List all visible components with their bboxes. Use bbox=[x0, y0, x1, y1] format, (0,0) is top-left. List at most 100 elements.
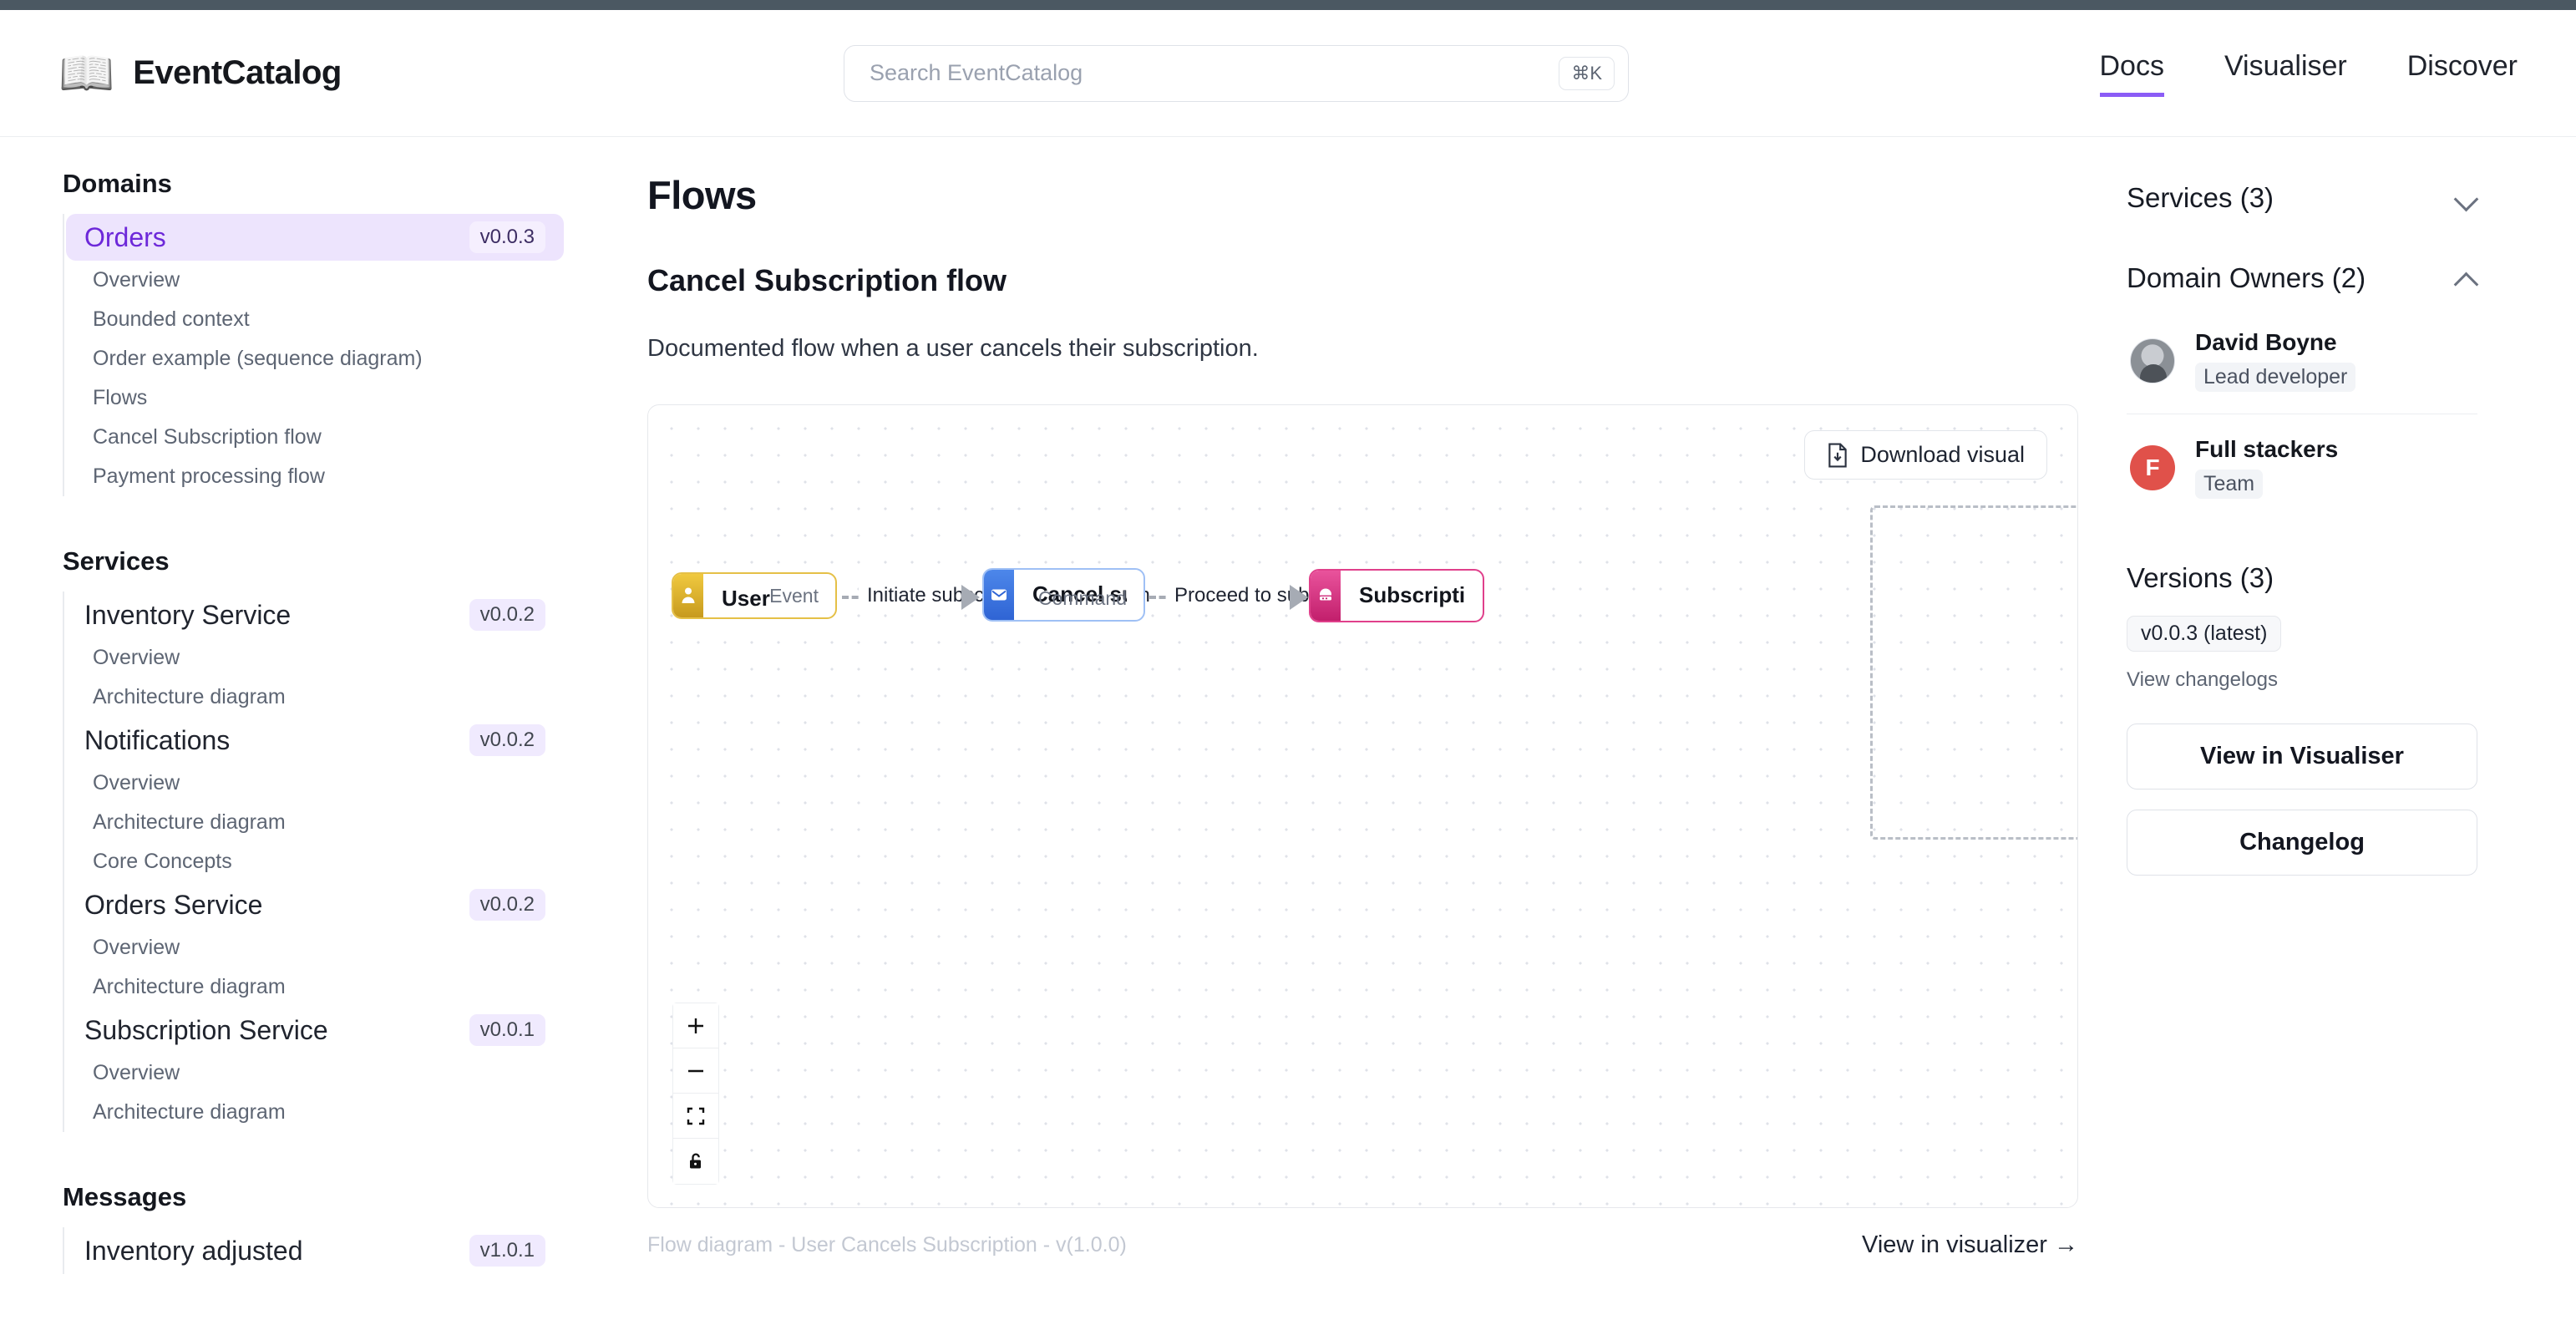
search-shortcut-badge: ⌘K bbox=[1559, 57, 1615, 90]
nav-item-discover[interactable]: Discover bbox=[2407, 50, 2518, 97]
zoom-out-button[interactable] bbox=[673, 1048, 718, 1094]
sidebar-heading-domains: Domains bbox=[63, 169, 564, 199]
brand-name: EventCatalog bbox=[133, 54, 342, 92]
sidebar-subitem-overview[interactable]: Overview bbox=[64, 928, 564, 967]
current-version-chip[interactable]: v0.0.3 (latest) bbox=[2127, 616, 2281, 652]
canvas-zoom-controls bbox=[673, 1003, 718, 1184]
flow-node-cancel-subscription[interactable]: Cancel subscription v0.0.1 Command bbox=[982, 568, 1145, 622]
fit-view-icon bbox=[686, 1106, 706, 1126]
server-icon bbox=[1311, 571, 1341, 621]
sidebar-subitem-overview[interactable]: Overview bbox=[64, 764, 564, 803]
changelog-button[interactable]: Changelog bbox=[2127, 810, 2477, 876]
flow-node-name: Subscription Ser bbox=[1359, 582, 1466, 608]
sidebar-subitem-core-concepts[interactable]: Core Concepts bbox=[64, 842, 564, 881]
avatar bbox=[2130, 338, 2175, 383]
person-icon bbox=[673, 574, 703, 617]
canvas-footer: Flow diagram - User Cancels Subscription… bbox=[647, 1231, 2078, 1259]
chevron-down-icon bbox=[2456, 187, 2477, 209]
document-download-icon bbox=[1827, 443, 1848, 468]
owner-name: Full stackers bbox=[2195, 436, 2338, 462]
flow-group-box bbox=[1870, 505, 2078, 840]
versions-panel-title: Versions (3) bbox=[2127, 562, 2477, 594]
sidebar-subitem-payment-processing-flow[interactable]: Payment processing flow bbox=[64, 457, 564, 496]
version-badge: v1.0.1 bbox=[469, 1235, 545, 1267]
sidebar-subitem-flows[interactable]: Flows bbox=[64, 378, 564, 418]
flow-description: Documented flow when a user cancels thei… bbox=[647, 335, 2078, 363]
view-changelogs-link[interactable]: View changelogs bbox=[2127, 668, 2477, 692]
view-in-visualiser-button[interactable]: View in Visualiser bbox=[2127, 723, 2477, 789]
search-input[interactable] bbox=[870, 60, 1559, 86]
top-accent-bar bbox=[0, 0, 2576, 10]
sidebar-group-inventory-adjusted: Inventory adjusted v1.0.1 bbox=[63, 1227, 564, 1274]
unlock-icon bbox=[686, 1151, 706, 1171]
sidebar-subitem-order-example[interactable]: Order example (sequence diagram) bbox=[64, 339, 564, 378]
sidebar-group-orders-service: Orders Service v0.0.2 Overview Architect… bbox=[63, 881, 564, 1007]
primary-nav: Docs Visualiser Discover bbox=[2100, 50, 2518, 97]
nav-item-docs[interactable]: Docs bbox=[2100, 50, 2164, 97]
sidebar-item-orders[interactable]: Orders v0.0.3 bbox=[66, 214, 564, 261]
sidebar-item-label: Orders Service bbox=[84, 890, 262, 921]
nav-item-visualiser[interactable]: Visualiser bbox=[2224, 50, 2347, 97]
flow-node-subscription-service[interactable]: Subscription Ser v0.0.1 bbox=[1309, 569, 1484, 622]
sidebar-item-notifications[interactable]: Notifications v0.0.2 bbox=[66, 717, 564, 764]
toggle-interactivity-button[interactable] bbox=[673, 1139, 718, 1184]
minus-icon bbox=[686, 1061, 706, 1081]
chevron-up-icon bbox=[2456, 267, 2477, 289]
sidebar-group-notifications: Notifications v0.0.2 Overview Architectu… bbox=[63, 717, 564, 881]
sidebar-item-label: Inventory Service bbox=[84, 600, 291, 631]
right-sidebar: Services (3) Domain Owners (2) David Boy… bbox=[2127, 137, 2528, 1320]
sidebar-subitem-architecture-diagram[interactable]: Architecture diagram bbox=[64, 803, 564, 842]
search-box[interactable]: ⌘K bbox=[844, 45, 1629, 102]
view-in-visualizer-link[interactable]: View in visualizer → bbox=[1862, 1231, 2078, 1259]
zoom-in-button[interactable] bbox=[673, 1003, 718, 1048]
version-badge: v0.0.2 bbox=[469, 599, 545, 631]
sidebar-item-inventory-adjusted[interactable]: Inventory adjusted v1.0.1 bbox=[66, 1227, 564, 1274]
sidebar-heading-messages: Messages bbox=[63, 1182, 564, 1212]
flow-node-version: v0.0.1 bbox=[1359, 618, 1466, 622]
fit-view-button[interactable] bbox=[673, 1094, 718, 1139]
sidebar-heading-services: Services bbox=[63, 546, 564, 576]
flow-node-user[interactable]: User Event bbox=[672, 572, 837, 619]
canvas-caption: Flow diagram - User Cancels Subscription… bbox=[647, 1233, 1127, 1257]
sidebar-item-orders-service[interactable]: Orders Service v0.0.2 bbox=[66, 881, 564, 928]
version-badge: v0.0.3 bbox=[469, 221, 545, 253]
sidebar-subitem-overview[interactable]: Overview bbox=[64, 1053, 564, 1093]
sidebar-subitem-cancel-subscription-flow[interactable]: Cancel Subscription flow bbox=[64, 418, 564, 457]
flow-edge-arrow-2 bbox=[1290, 585, 1308, 610]
domain-owners-panel-header[interactable]: Domain Owners (2) bbox=[2127, 252, 2477, 307]
flow-node-type: Event bbox=[769, 585, 819, 607]
flow-node-type: Command bbox=[1038, 587, 1127, 610]
plus-icon bbox=[686, 1016, 706, 1036]
sidebar-subitem-architecture-diagram[interactable]: Architecture diagram bbox=[64, 1093, 564, 1132]
sidebar-item-label: Notifications bbox=[84, 725, 230, 756]
owner-role: Team bbox=[2195, 470, 2263, 499]
sidebar-subitem-architecture-diagram[interactable]: Architecture diagram bbox=[64, 967, 564, 1007]
sidebar-item-label: Orders bbox=[84, 222, 166, 253]
page-layout: Domains Orders v0.0.3 Overview Bounded c… bbox=[0, 137, 2576, 1320]
download-visual-label: Download visual bbox=[1860, 442, 2025, 468]
main-content: Flows Cancel Subscription flow Documente… bbox=[597, 137, 2127, 1320]
brand[interactable]: 📖 EventCatalog bbox=[58, 51, 844, 96]
version-badge: v0.0.2 bbox=[469, 889, 545, 921]
sidebar-subitem-overview[interactable]: Overview bbox=[64, 638, 564, 678]
left-sidebar: Domains Orders v0.0.3 Overview Bounded c… bbox=[0, 137, 597, 1320]
download-visual-button[interactable]: Download visual bbox=[1804, 430, 2047, 480]
sidebar-subitem-overview[interactable]: Overview bbox=[64, 261, 564, 300]
sidebar-item-inventory-service[interactable]: Inventory Service v0.0.2 bbox=[66, 591, 564, 638]
sidebar-item-subscription-service[interactable]: Subscription Service v0.0.1 bbox=[66, 1007, 564, 1053]
version-badge: v0.0.2 bbox=[469, 724, 545, 756]
sidebar-item-label: Subscription Service bbox=[84, 1015, 328, 1046]
services-panel-header[interactable]: Services (3) bbox=[2127, 172, 2477, 227]
flow-canvas[interactable]: Download visual User Event Init bbox=[647, 404, 2078, 1208]
sidebar-subitem-bounded-context[interactable]: Bounded context bbox=[64, 300, 564, 339]
owner-role: Lead developer bbox=[2195, 363, 2355, 392]
sidebar-subitem-architecture-diagram[interactable]: Architecture diagram bbox=[64, 678, 564, 717]
flow-title: Cancel Subscription flow bbox=[647, 263, 2078, 298]
owner-row-full-stackers[interactable]: F Full stackers Team bbox=[2127, 414, 2477, 520]
flow-node-version: v0.0.1 bbox=[1032, 617, 1127, 622]
domain-owners-panel-title: Domain Owners (2) bbox=[2127, 262, 2366, 294]
owner-row-david-boyne[interactable]: David Boyne Lead developer bbox=[2127, 307, 2477, 414]
services-panel-title: Services (3) bbox=[2127, 182, 2274, 214]
sidebar-group-inventory-service: Inventory Service v0.0.2 Overview Archit… bbox=[63, 591, 564, 717]
page-title: Flows bbox=[647, 172, 2078, 218]
